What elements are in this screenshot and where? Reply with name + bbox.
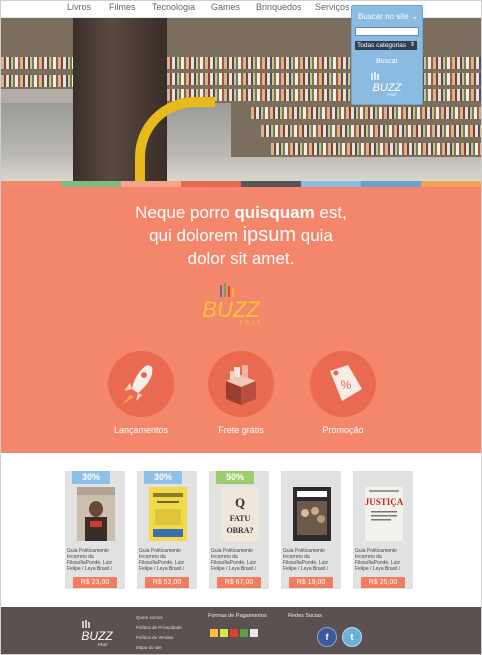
footer-link-quem-somos[interactable]: Quem somos [136,613,182,623]
feature-promocao[interactable]: % Promoção [308,351,378,435]
book-cover-image [77,487,115,541]
footer-link-privacidade[interactable]: Política de Privacidade [136,623,182,633]
book-cover-image: JUSTIÇA [365,487,403,541]
search-button[interactable]: Buscar [355,57,419,67]
feature-circle [208,351,274,417]
book-cover-image: Q FATU OBRA? [221,487,259,541]
buzz-footer-logo: BUZZ FEAT [81,620,113,647]
product-description: Guia Politicamente Incorreto da Filosofi… [139,548,185,572]
svg-text:Q: Q [235,495,245,510]
price-tag-icon: % [330,365,362,401]
product-card[interactable]: JUSTIÇA Guia Politicamente Incorreto da … [353,471,413,589]
footer-link-vendas[interactable]: Política de Vendas [136,633,182,643]
product-card[interactable]: 50% Q FATU OBRA? Guia Politicamente Inco… [209,471,269,589]
svg-text:FEAT: FEAT [240,321,263,327]
product-card[interactable]: Guia Politicamente Incorreto da Filosofi… [281,471,341,589]
svg-text:BUZZ: BUZZ [81,629,113,643]
buzz-feat-logo: BUZZ FEAT [202,283,263,327]
payment-icon [240,629,248,637]
footer-link-mapa[interactable]: Mapa do site [136,643,182,653]
buzz-logo-small: BUZZ FEAT [371,72,403,97]
product-card[interactable]: 30% Guia Politicamente Incorreto da Filo… [65,471,125,589]
product-description: Guia Politicamente Incorreto da Filosofi… [283,548,329,572]
discount-badge: 30% [144,471,182,484]
product-price: R$ 67,00 [217,577,261,588]
payment-icon [230,629,238,637]
svg-text:OBRA?: OBRA? [226,526,253,535]
svg-text:FATU: FATU [230,514,251,523]
nav-item-servicos[interactable]: Serviços [315,2,355,12]
gift-box-icon [226,365,256,405]
payment-icon [220,629,228,637]
product-card[interactable]: 30% Guia Politicamente Incorreto da Filo… [137,471,197,589]
promo-section: Neque porro quisquam est, qui dolorem ip… [1,187,481,453]
twitter-icon[interactable]: t [342,627,362,647]
product-price: R$ 23,00 [73,577,117,588]
svg-text:BUZZ: BUZZ [202,297,261,322]
feature-frete-gratis[interactable]: Frete grátis [206,351,276,435]
search-panel: Buscar no site ⌄ Todas categorias ⇕ Busca… [351,5,423,105]
payment-icon [250,629,258,637]
nav-item-games[interactable]: Games [211,2,256,12]
feature-circle [108,351,174,417]
product-price: R$ 52,00 [145,577,189,588]
nav-item-tecnologia[interactable]: Tecnologia [152,2,211,12]
search-input[interactable] [355,27,419,36]
nav-item-filmes[interactable]: Filmes [109,2,152,12]
footer-links: Quem somos Política de Privacidade Polít… [136,613,182,653]
payment-icon [210,629,218,637]
product-description: Guia Politicamente Incorreto da Filosofi… [355,548,401,572]
headline: Neque porro quisquam est, qui dolorem ip… [135,203,347,268]
book-cover-image [293,487,331,541]
book-cover-image [149,487,187,541]
discount-badge: 50% [216,471,254,484]
facebook-icon[interactable]: f [317,627,337,647]
product-price: R$ 25,00 [361,577,405,588]
footer-payments: Formas de Pagamentos [208,613,267,637]
nav-item-livros[interactable]: Livros [67,2,109,12]
rocket-icon [122,365,153,405]
nav-item-brinquedos[interactable]: Brinquedos [256,2,315,12]
feature-circle: % [310,351,376,417]
product-price: R$ 19,00 [289,577,333,588]
page: Livros Filmes Tecnologia Games Brinquedo… [0,0,482,655]
discount-badge: 30% [72,471,110,484]
svg-text:%: % [341,378,352,392]
products-section: 30% Guia Politicamente Incorreto da Filo… [1,453,481,607]
svg-text:FEAT: FEAT [98,642,108,647]
footer-social: Redes Socias [288,613,322,619]
product-description: Guia Politicamente Incorreto da Filosofi… [67,548,113,572]
product-description: Guia Politicamente Incorreto da Filosofi… [211,548,257,572]
svg-text:JUSTIÇA: JUSTIÇA [365,497,403,507]
feature-lancamentos[interactable]: Lançamentos [106,351,176,435]
chevron-down-icon[interactable]: ⌄ [411,12,418,21]
category-select[interactable]: Todas categorias ⇕ [355,41,417,50]
footer: BUZZ FEAT Quem somos Política de Privaci… [1,607,481,654]
svg-text:FEAT: FEAT [387,92,397,97]
